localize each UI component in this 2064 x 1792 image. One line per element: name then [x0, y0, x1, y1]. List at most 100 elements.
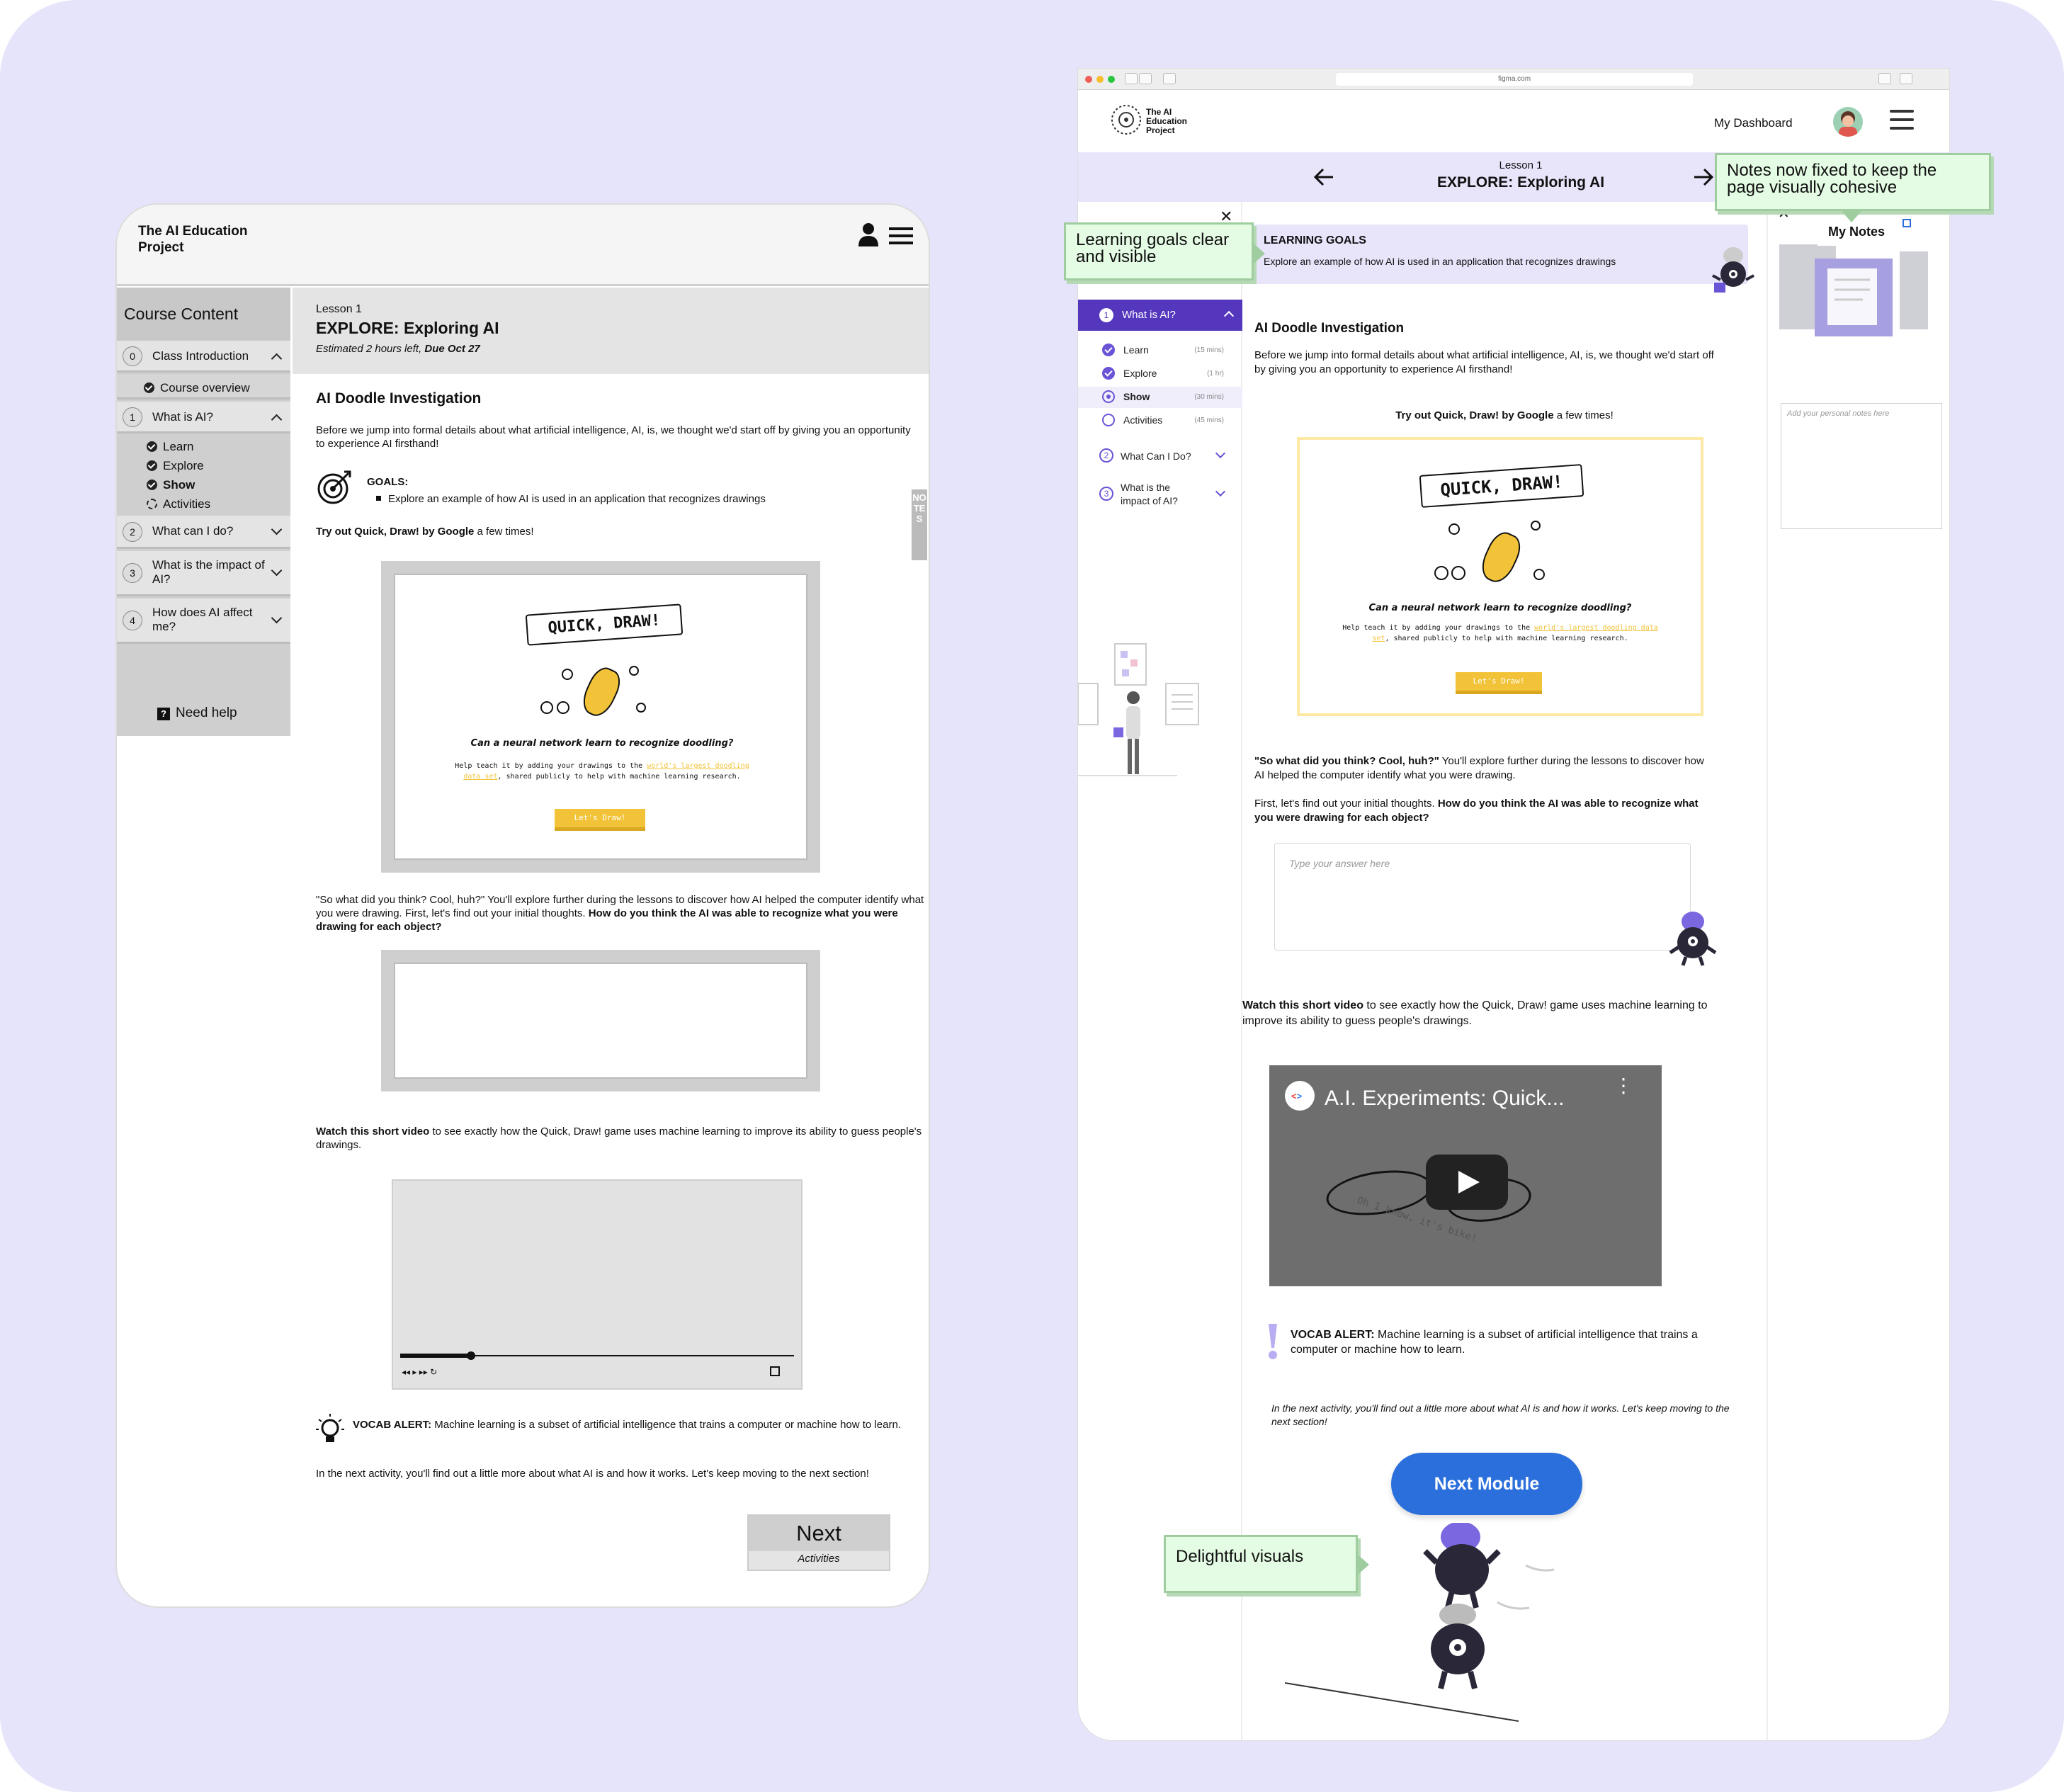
lets-draw-button[interactable]: Let's Draw!: [1456, 672, 1542, 691]
arrow-left-icon[interactable]: [1312, 165, 1336, 189]
target-goal-icon: [317, 470, 351, 504]
callout-pointer: [1254, 244, 1265, 263]
external-link-icon[interactable]: [1903, 219, 1911, 227]
try-quickdraw-text: Try out Quick, Draw! by Google a few tim…: [1395, 409, 1614, 421]
address-bar[interactable]: figma.com: [1336, 73, 1693, 86]
minimize-window-icon[interactable]: [1096, 76, 1104, 83]
doodle-drawing: [629, 666, 639, 676]
sub-duration: (45 mins): [1194, 416, 1224, 424]
mascot-with-cap-icon: [1712, 247, 1754, 293]
section-label: How does AI affect me?: [152, 606, 253, 633]
sidebar-title: Course Content: [124, 305, 239, 323]
try-quickdraw-text: Try out Quick, Draw! by Google a few tim…: [316, 526, 534, 538]
close-window-icon[interactable]: [1085, 76, 1092, 83]
sidebar-item-class-introduction[interactable]: 0 Class Introduction: [117, 341, 290, 373]
bicycle-wheel-drawing: [557, 701, 569, 714]
nav-item-what-is-ai[interactable]: 1 What is AI?: [1078, 300, 1242, 331]
check-icon: [144, 382, 154, 393]
sidebar-item-impact-of-ai[interactable]: 3 What is the impact of AI?: [117, 551, 290, 596]
nav-item-what-can-i-do[interactable]: 2 What Can I Do?: [1078, 443, 1242, 474]
reflection-question-2: First, let's find out your initial thoug…: [1254, 798, 1699, 824]
sidebar-sub-activities[interactable]: Activities: [147, 497, 210, 511]
nav-sub-learn[interactable]: Learn (15 mins): [1078, 342, 1242, 363]
callout-pointer: [1358, 1555, 1369, 1575]
section-number: 1: [123, 407, 142, 427]
sidebar-sub-show[interactable]: Show: [147, 478, 195, 492]
doodle-drawing: [1531, 521, 1541, 531]
nav-sub-explore[interactable]: Explore (1 hr): [1078, 365, 1242, 387]
video-player[interactable]: ◂◂ ▸ ▸▸ ↻: [392, 1179, 803, 1390]
maximize-window-icon[interactable]: [1108, 76, 1115, 83]
sidebar-sub-course-overview[interactable]: Course overview: [144, 381, 250, 395]
share-icon[interactable]: [1878, 73, 1891, 84]
menu-icon[interactable]: [1890, 110, 1914, 131]
answer-box[interactable]: [381, 950, 820, 1091]
sub-duration: (1 hr): [1207, 370, 1224, 378]
watch-video-text: Watch this short video to see exactly ho…: [1242, 999, 1708, 1027]
check-icon: [1102, 344, 1115, 356]
fullscreen-icon[interactable]: [770, 1366, 780, 1376]
nav-sub-activities[interactable]: Activities (45 mins): [1078, 412, 1242, 433]
youtube-video-player[interactable]: Oh I know, it's bike! <> A.I. Experiment…: [1269, 1065, 1662, 1286]
section-number: 2: [1099, 448, 1113, 463]
sidebar-item-ai-affect-me[interactable]: 4 How does AI affect me?: [117, 599, 290, 644]
notes-tab[interactable]: NOTES: [912, 489, 927, 560]
lets-draw-button[interactable]: Let's Draw!: [555, 809, 645, 827]
section-number: 3: [123, 563, 142, 583]
goals-label: LEARNING GOALS: [1264, 234, 1366, 246]
video-scrubber[interactable]: [467, 1351, 475, 1360]
playback-controls-icon[interactable]: ◂◂ ▸ ▸▸ ↻: [402, 1367, 437, 1377]
check-icon: [147, 460, 157, 471]
tabs-icon[interactable]: [1900, 73, 1912, 84]
sub-label: Learn: [1123, 344, 1149, 356]
wire-header: The AI Education Project: [117, 205, 929, 286]
sidebar-sub-explore[interactable]: Explore: [147, 459, 204, 473]
browser-toolbar: figma.com: [1078, 69, 1949, 90]
vocab-alert: VOCAB ALERT: Machine learning is a subse…: [353, 1419, 901, 1431]
play-button-icon[interactable]: [1426, 1155, 1508, 1210]
section-number: 0: [123, 346, 142, 366]
need-help-link[interactable]: ? Need help: [157, 705, 237, 721]
menu-icon[interactable]: [889, 227, 913, 246]
lightbulb-icon: [316, 1414, 344, 1442]
section-heading: AI Doodle Investigation: [316, 390, 482, 407]
sidebar-item-what-can-i-do[interactable]: 2 What can I do?: [117, 516, 290, 549]
sub-duration: (30 mins): [1194, 393, 1224, 401]
sidebar-item-what-is-ai[interactable]: 1 What is AI?: [117, 402, 290, 433]
section-number: 3: [1099, 487, 1113, 501]
nav-sub-show[interactable]: Show (30 mins): [1078, 387, 1242, 408]
section-number: 2: [123, 522, 142, 542]
presentation-canvas: The AI Education Project Course Content …: [0, 0, 2064, 1792]
my-dashboard-link[interactable]: My Dashboard: [1714, 116, 1793, 130]
next-button[interactable]: Next Activities: [747, 1514, 890, 1571]
mascot-character-icon: [1669, 912, 1717, 966]
channel-icon[interactable]: <>: [1285, 1081, 1315, 1111]
section-label: What is AI?: [152, 410, 213, 424]
arrow-right-icon[interactable]: [1691, 165, 1716, 189]
in-progress-icon: [147, 499, 157, 509]
quickdraw-tagline: Can a neural network learn to recognize …: [1368, 603, 1632, 613]
forward-icon[interactable]: [1139, 73, 1152, 84]
answer-textarea[interactable]: Type your answer here: [1274, 843, 1691, 951]
sidebar-sub-learn[interactable]: Learn: [147, 440, 193, 454]
exclamation-icon: [1269, 1324, 1277, 1359]
quickdraw-embed[interactable]: QUICK, DRAW! Can a neural network learn …: [381, 561, 820, 873]
more-options-icon[interactable]: ⋮: [1614, 1076, 1633, 1096]
bicycle-wheel-drawing: [1434, 566, 1448, 580]
next-module-button[interactable]: Next Module: [1391, 1453, 1582, 1515]
sidebar-toggle-icon[interactable]: [1163, 73, 1176, 84]
lesson-header: Lesson 1 EXPLORE: Exploring AI Estimated…: [293, 288, 929, 374]
back-icon[interactable]: [1125, 73, 1138, 84]
avatar[interactable]: [1833, 107, 1863, 137]
goals-label: GOALS:: [367, 476, 409, 488]
notes-textarea[interactable]: Add your personal notes here: [1781, 403, 1942, 529]
doodle-drawing: [1448, 523, 1460, 535]
user-icon[interactable]: [857, 222, 880, 247]
sub-duration: (15 mins): [1194, 346, 1224, 354]
quickdraw-embed[interactable]: QUICK, DRAW! Can a neural network learn …: [1297, 437, 1703, 716]
nav-item-impact-of-ai[interactable]: 3 What is the impact of AI?: [1078, 477, 1242, 512]
help-icon: ?: [157, 708, 170, 720]
section-label: What is AI?: [1122, 309, 1176, 321]
outro-text: In the next activity, you'll find out a …: [1271, 1402, 1730, 1427]
section-number: 1: [1099, 308, 1113, 322]
